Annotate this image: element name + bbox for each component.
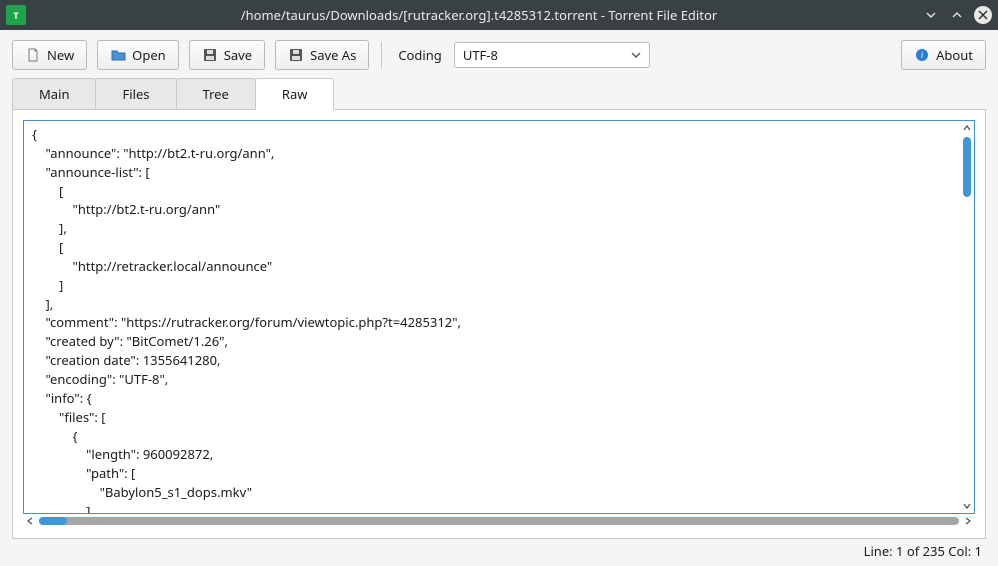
chevron-down-icon	[631, 50, 641, 60]
file-icon	[25, 47, 41, 63]
new-button[interactable]: New	[12, 40, 87, 70]
chevron-up-icon	[951, 9, 963, 21]
horizontal-scroll-track[interactable]	[39, 517, 959, 525]
open-button[interactable]: Open	[97, 40, 179, 70]
scroll-down-icon[interactable]	[960, 499, 974, 513]
window-controls	[922, 6, 992, 24]
maximize-button[interactable]	[948, 6, 966, 24]
tab-raw[interactable]: Raw	[255, 78, 335, 110]
info-icon: i	[914, 47, 930, 63]
horizontal-scrollbar[interactable]	[23, 514, 975, 528]
toolbar: New Open Save Save As Coding UTF-8	[12, 40, 986, 70]
save-as-icon	[288, 47, 304, 63]
app-icon: T	[6, 5, 26, 25]
save-button[interactable]: Save	[189, 40, 265, 70]
new-label: New	[47, 46, 74, 64]
content-area: New Open Save Save As Coding UTF-8	[0, 30, 998, 566]
minimize-button[interactable]	[922, 6, 940, 24]
scroll-right-icon[interactable]	[961, 514, 975, 528]
save-label: Save	[224, 46, 252, 64]
saveas-label: Save As	[310, 46, 356, 64]
titlebar: T /home/taurus/Downloads/[rutracker.org]…	[0, 0, 998, 30]
raw-editor[interactable]: { "announce": "http://bt2.t-ru.org/ann",…	[24, 121, 960, 513]
window-title: /home/taurus/Downloads/[rutracker.org].t…	[36, 6, 922, 24]
coding-value: UTF-8	[463, 46, 498, 64]
scroll-left-icon[interactable]	[23, 514, 37, 528]
about-button[interactable]: i About	[901, 40, 986, 70]
saveas-button[interactable]: Save As	[275, 40, 369, 70]
editor-container: { "announce": "http://bt2.t-ru.org/ann",…	[23, 120, 975, 514]
tab-main[interactable]: Main	[12, 78, 96, 109]
coding-select[interactable]: UTF-8	[454, 42, 650, 68]
vertical-scroll-thumb[interactable]	[963, 137, 971, 197]
tab-bar: Main Files Tree Raw	[12, 78, 986, 110]
save-icon	[202, 47, 218, 63]
tab-files[interactable]: Files	[95, 78, 176, 109]
status-bar: Line: 1 of 235 Col: 1	[12, 539, 986, 560]
scroll-up-icon[interactable]	[960, 121, 974, 135]
folder-open-icon	[110, 47, 126, 63]
toolbar-separator	[381, 42, 382, 68]
close-button[interactable]	[974, 6, 992, 24]
cursor-position: Line: 1 of 235 Col: 1	[864, 542, 982, 560]
chevron-down-icon	[925, 9, 937, 21]
close-icon	[978, 10, 988, 20]
tab-pane-raw: { "announce": "http://bt2.t-ru.org/ann",…	[12, 110, 986, 539]
coding-label: Coding	[398, 46, 441, 64]
horizontal-scroll-thumb[interactable]	[39, 517, 67, 525]
vertical-scrollbar[interactable]	[960, 121, 974, 513]
open-label: Open	[132, 46, 166, 64]
tab-tree[interactable]: Tree	[176, 78, 256, 109]
about-label: About	[936, 46, 973, 64]
